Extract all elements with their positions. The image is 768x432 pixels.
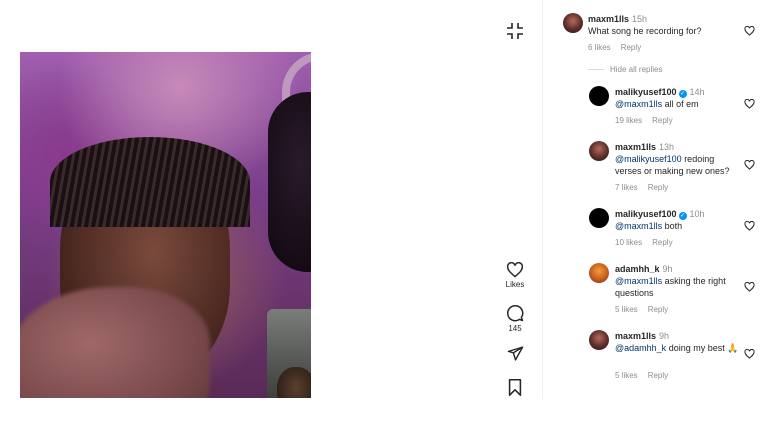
- comment-body: maxm1lls 15h What song he recording for?: [588, 13, 738, 37]
- comment-likes[interactable]: 7 likes: [615, 183, 638, 192]
- comment-meta: 10 likes Reply: [615, 238, 673, 247]
- reply-button[interactable]: Reply: [648, 183, 668, 192]
- comment-username[interactable]: malikyusef100: [615, 87, 677, 97]
- comment-mention[interactable]: @malikyusef100: [615, 154, 682, 164]
- avatar[interactable]: [589, 208, 609, 228]
- comment-time: 9h: [662, 264, 673, 274]
- comment-text: doing my best 🙏: [668, 343, 739, 353]
- microphone: [268, 92, 311, 272]
- reply-button[interactable]: Reply: [652, 116, 672, 125]
- reply-comment: maxm1lls 9h @adamhh_k doing my best 🙏 5 l…: [562, 330, 768, 385]
- hide-replies-button[interactable]: Hide all replies: [588, 65, 662, 74]
- heart-icon[interactable]: [744, 26, 755, 36]
- reply-button[interactable]: Reply: [648, 371, 668, 380]
- heart-icon[interactable]: [744, 349, 755, 359]
- heart-icon[interactable]: [744, 99, 755, 109]
- comment-username[interactable]: maxm1lls: [615, 142, 656, 152]
- reply-button[interactable]: Reply: [648, 305, 668, 314]
- comment-button[interactable]: 145: [495, 304, 535, 333]
- heart-icon: [506, 262, 524, 278]
- send-icon: [507, 346, 523, 361]
- comment-text: both: [664, 221, 683, 231]
- verified-badge-icon: ✓: [678, 212, 687, 220]
- reply-comment: maxm1lls 13h @malikyusef100 redoing verse…: [562, 141, 768, 196]
- comment-time: 15h: [632, 14, 648, 24]
- comment: maxm1lls 15h What song he recording for? …: [562, 0, 768, 60]
- comment-mention[interactable]: @maxm1lls: [615, 99, 662, 109]
- likes-label: Likes: [505, 280, 525, 289]
- comment-time: 9h: [659, 331, 670, 341]
- comment-meta: 7 likes Reply: [615, 183, 668, 192]
- video-player[interactable]: [20, 52, 311, 398]
- comment-meta: 19 likes Reply: [615, 116, 673, 125]
- comment-icon: [507, 305, 524, 322]
- video-person-hand: [20, 287, 210, 398]
- comment-meta: 6 likes Reply: [588, 43, 641, 52]
- comment-text: What song he recording for?: [588, 26, 702, 36]
- reply-comment: adamhh_k 9h @maxm1lls asking the right qu…: [562, 263, 768, 318]
- comment-body: maxm1lls 13h @malikyusef100 redoing verse…: [615, 141, 740, 177]
- comment-body: maxm1lls 9h @adamhh_k doing my best 🙏: [615, 330, 740, 354]
- picture-in-picture-video[interactable]: [267, 309, 311, 398]
- comment-body: malikyusef100 ✓ 10h @maxm1lls both: [615, 208, 745, 232]
- reply-comment: malikyusef100 ✓ 10h @maxm1lls both 10 like…: [562, 208, 768, 248]
- collapse-button[interactable]: [495, 22, 535, 40]
- comment-username[interactable]: adamhh_k: [615, 264, 660, 274]
- comment-likes[interactable]: 6 likes: [588, 43, 611, 52]
- replies-line: [588, 69, 604, 70]
- heart-icon[interactable]: [744, 282, 755, 292]
- comments-panel: maxm1lls 15h What song he recording for? …: [562, 0, 768, 432]
- hide-replies-label: Hide all replies: [610, 65, 663, 74]
- comment-mention[interactable]: @maxm1lls: [615, 276, 662, 286]
- comment-mention[interactable]: @maxm1lls: [615, 221, 662, 231]
- comment-username[interactable]: malikyusef100: [615, 209, 677, 219]
- comment-mention[interactable]: @adamhh_k: [615, 343, 666, 353]
- comment-time: 10h: [689, 209, 705, 219]
- avatar[interactable]: [589, 330, 609, 350]
- heart-icon[interactable]: [744, 221, 755, 231]
- comment-likes[interactable]: 10 likes: [615, 238, 642, 247]
- comment-text: all of em: [664, 99, 699, 109]
- pip-person-face: [277, 367, 311, 398]
- comment-body: malikyusef100 ✓ 14h @maxm1lls all of em: [615, 86, 745, 110]
- panel-divider: [542, 0, 543, 398]
- comment-time: 13h: [659, 142, 675, 152]
- reply-button[interactable]: Reply: [621, 43, 641, 52]
- comment-likes[interactable]: 19 likes: [615, 116, 642, 125]
- avatar[interactable]: [563, 13, 583, 33]
- verified-badge-icon: ✓: [678, 90, 687, 98]
- comment-time: 14h: [689, 87, 705, 97]
- avatar[interactable]: [589, 86, 609, 106]
- heart-icon[interactable]: [744, 160, 755, 170]
- comment-likes[interactable]: 5 likes: [615, 371, 638, 380]
- comment-username[interactable]: maxm1lls: [615, 331, 656, 341]
- comment-body: adamhh_k 9h @maxm1lls asking the right qu…: [615, 263, 740, 299]
- avatar[interactable]: [589, 141, 609, 161]
- comment-likes[interactable]: 5 likes: [615, 305, 638, 314]
- save-button[interactable]: [495, 379, 535, 396]
- comment-meta: 5 likes Reply: [615, 371, 668, 380]
- comment-username[interactable]: maxm1lls: [588, 14, 629, 24]
- comment-meta: 5 likes Reply: [615, 305, 668, 314]
- avatar[interactable]: [589, 263, 609, 283]
- reply-comment: malikyusef100 ✓ 14h @maxm1lls all of em 19…: [562, 86, 768, 126]
- collapse-icon: [507, 23, 523, 39]
- reply-button[interactable]: Reply: [652, 238, 672, 247]
- share-button[interactable]: [495, 345, 535, 362]
- bookmark-icon: [508, 379, 522, 396]
- video-person-hair: [50, 137, 250, 227]
- like-button[interactable]: Likes: [495, 262, 535, 289]
- comment-count: 145: [508, 324, 522, 333]
